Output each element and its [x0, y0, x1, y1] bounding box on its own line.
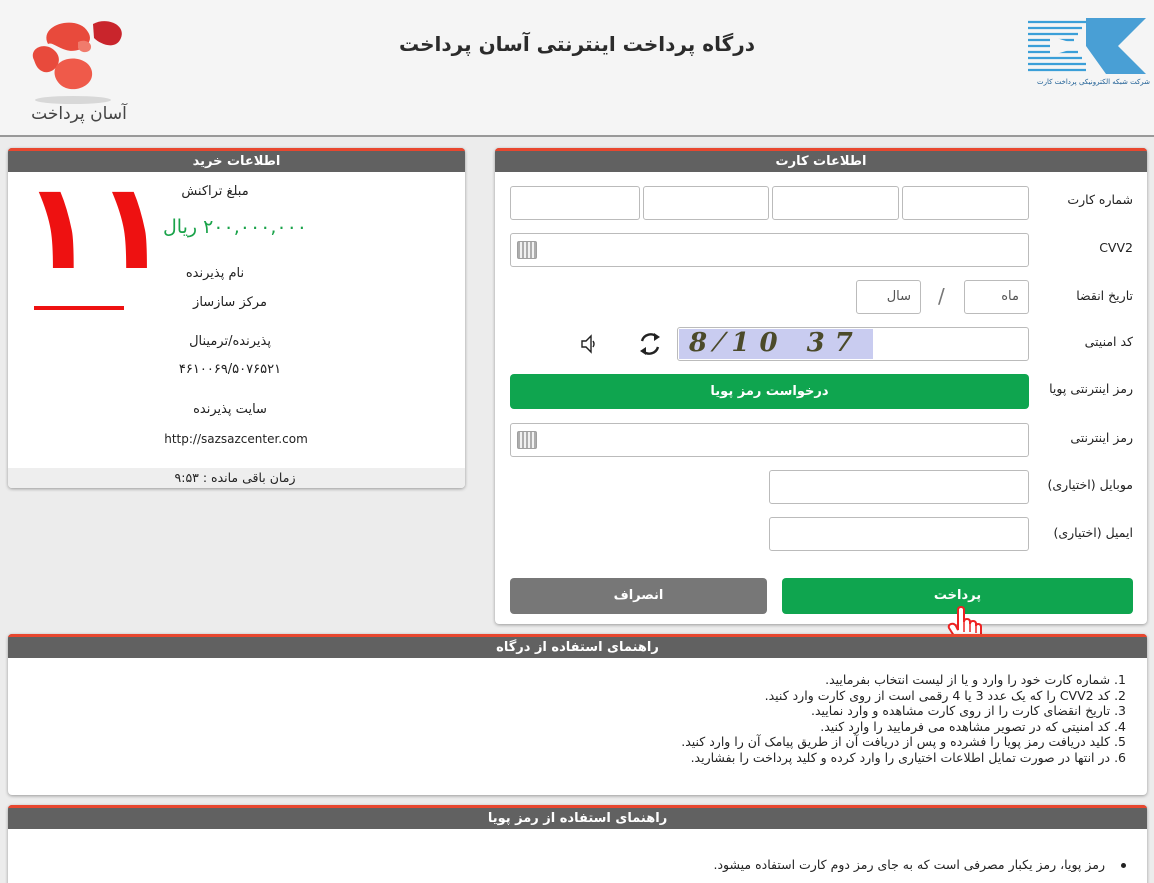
page-header: [0, 0, 1154, 137]
merchant-value: مرکز سازساز: [193, 295, 267, 310]
page-title: درگاه پرداخت اینترنتی آسان پرداخت: [398, 32, 756, 56]
virtual-keyboard-icon-2[interactable]: [517, 431, 537, 449]
guide-item: 4. کد امنیتی که در تصویر مشاهده می فرمای…: [820, 718, 1126, 734]
captcha-text: 8⁄10 37: [689, 329, 863, 358]
guide-item: 1. شماره کارت خود را وارد و یا از لیست ا…: [825, 672, 1126, 687]
bullet-icon: [1121, 863, 1126, 868]
card-info-title: اطلاعات کارت: [495, 148, 1147, 172]
gateway-guide-list: 1. شماره کارت خود را وارد و یا از لیست ا…: [681, 672, 1126, 765]
guide-item: 6. در انتها در صورت تمایل اطلاعات اختیار…: [690, 749, 1126, 765]
virtual-keyboard-icon[interactable]: [517, 241, 537, 259]
expiry-label: تاریخ انقضا: [1076, 288, 1133, 303]
terminal-value: ۴۶۱۰۰۶۹/۵۰۷۶۵۲۱: [178, 362, 282, 377]
amount-label: مبلغ تراکنش: [181, 184, 249, 199]
year-placeholder: سال: [886, 289, 911, 304]
email-label: ایمیل (اختیاری): [1053, 525, 1133, 540]
cvv2-label: CVV2: [1099, 240, 1133, 255]
card-number-label: شماره کارت: [1067, 192, 1133, 207]
card-number-part-2[interactable]: [772, 186, 899, 220]
guide-item: 3. تاریخ انقضای کارت را از روی کارت مشاه…: [810, 703, 1126, 718]
cvv2-input[interactable]: [510, 233, 1029, 267]
site-label: سایت پذیرنده: [193, 402, 267, 417]
dynamic-pin-guide-title: راهنمای استفاده از رمز پویا: [8, 805, 1147, 829]
expiry-month-input[interactable]: ماه: [964, 280, 1029, 314]
amount-value: ۲۰۰,۰۰۰,۰۰۰ ریال: [162, 216, 308, 238]
dynamic-pin-guide-item: رمز پویا، رمز یکبار مصرفی است که به جای …: [714, 857, 1126, 872]
shaparak-logo-text: شرکت شبکه الکترونیکی پرداخت کارت: [1037, 78, 1150, 86]
guide-item: 2. کد CVV2 را که یک عدد 3 یا 4 رقمی است …: [764, 687, 1126, 703]
gateway-guide-title: راهنمای استفاده از درگاه: [8, 634, 1147, 658]
email-input[interactable]: [769, 517, 1029, 551]
request-dynamic-pin-button[interactable]: درخواست رمز پویا: [510, 374, 1029, 409]
cancel-button[interactable]: انصراف: [510, 578, 767, 614]
merchant-label: نام پذیرنده: [185, 266, 245, 281]
mobile-input[interactable]: [769, 470, 1029, 504]
dynamic-pin-label: رمز اینترنتی پویا: [1049, 381, 1133, 396]
big-number-badge: ۱۱: [22, 158, 168, 313]
big-number: ۱۱: [22, 158, 169, 297]
remaining-time: زمان باقی مانده : ۹:۵۳: [174, 470, 296, 485]
expiry-slash: /: [938, 284, 945, 308]
card-number-part-4[interactable]: [510, 186, 640, 220]
guide-item: 5. کلید دریافت رمز پویا را فشرده و پس از…: [681, 734, 1126, 749]
gateway-guide-panel: راهنمای استفاده از درگاه 1. شماره کارت خ…: [8, 634, 1147, 795]
terminal-label: پذیرنده/ترمینال: [189, 334, 271, 349]
dynamic-pin-guide-panel: راهنمای استفاده از رمز پویا رمز پویا، رم…: [8, 805, 1147, 883]
internet-pin-label: رمز اینترنتی: [1070, 430, 1133, 445]
captcha-image: 8⁄10 37: [679, 329, 873, 359]
captcha-label: کد امنیتی: [1084, 334, 1133, 349]
card-number-part-3[interactable]: [643, 186, 769, 220]
month-placeholder: ماه: [1001, 289, 1019, 304]
audio-captcha-icon[interactable]: [579, 332, 599, 356]
refresh-captcha-icon[interactable]: [637, 329, 663, 359]
asan-pardakht-logo-text: آسان پرداخت: [31, 104, 127, 124]
internet-pin-input[interactable]: [510, 423, 1029, 457]
expiry-year-input[interactable]: سال: [856, 280, 921, 314]
dynamic-pin-guide-text: رمز پویا، رمز یکبار مصرفی است که به جای …: [713, 857, 1106, 872]
mobile-label: موبایل (اختیاری): [1047, 477, 1134, 492]
site-value: http://sazsazcenter.com: [164, 432, 308, 446]
card-number-part-1[interactable]: [902, 186, 1029, 220]
